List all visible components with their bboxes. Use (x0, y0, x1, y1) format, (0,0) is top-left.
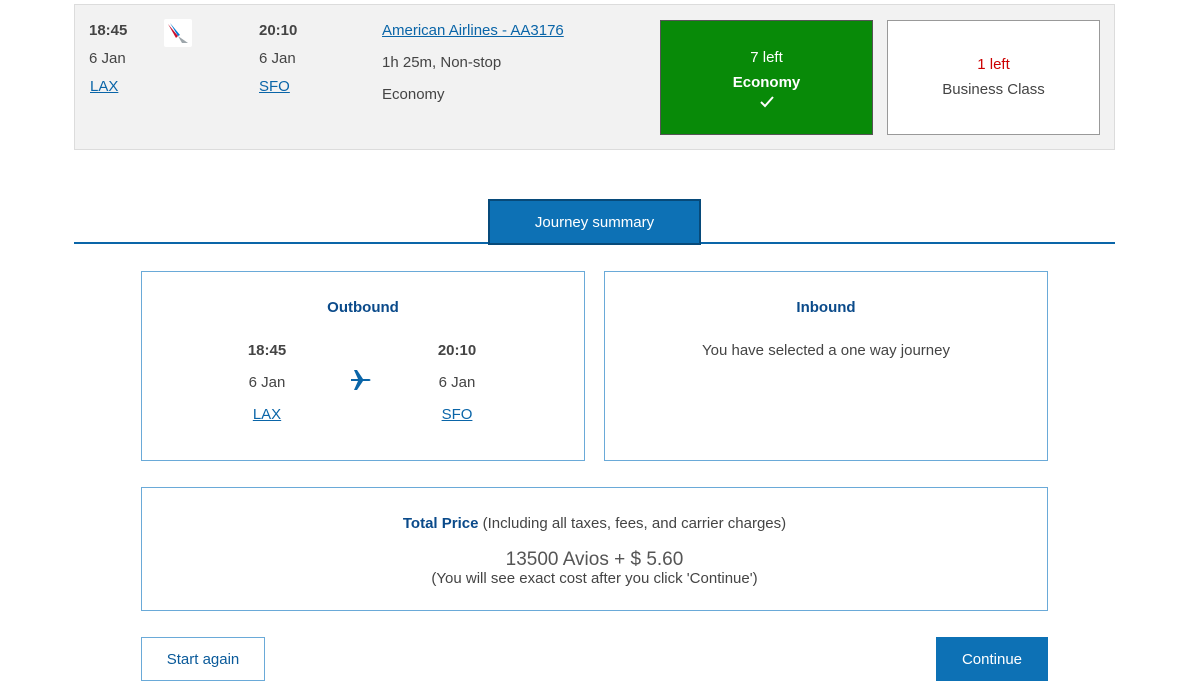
continue-button[interactable]: Continue (936, 637, 1048, 681)
total-price-note: (You will see exact cost after you click… (431, 570, 758, 587)
tab-journey-summary[interactable]: Journey summary (488, 199, 701, 245)
outbound-title: Outbound (327, 299, 399, 316)
arrive-time: 20:10 (259, 22, 298, 39)
depart-airport-link[interactable]: LAX (90, 78, 118, 95)
outbound-summary-box: Outbound 18:45 6 Jan LAX 20:10 6 Jan SFO (141, 271, 585, 461)
total-price-label: Total Price (402, 515, 479, 532)
flight-cabin: Economy (382, 86, 445, 103)
economy-seats-left: 7 left (750, 49, 783, 66)
outbound-arrive-time: 20:10 (437, 342, 477, 359)
total-price-heading: Total Price (Including all taxes, fees, … (142, 515, 1047, 532)
outbound-depart-airport-link[interactable]: LAX (247, 406, 287, 423)
inbound-title: Inbound (796, 299, 856, 316)
business-seats-left: 1 left (977, 56, 1010, 73)
plane-icon (349, 368, 373, 397)
airline-flight-link[interactable]: American Airlines - AA3176 (382, 22, 564, 39)
outbound-depart-time: 18:45 (247, 342, 287, 359)
flight-result-row: 18:45 6 Jan LAX 20:10 6 Jan SFO American… (74, 4, 1115, 150)
depart-time: 18:45 (89, 22, 128, 39)
total-price-amount: 13500 Avios + $ 5.60 (505, 549, 684, 570)
arrive-date: 6 Jan (259, 50, 296, 67)
outbound-arrive-airport-link[interactable]: SFO (437, 406, 477, 423)
flight-duration: 1h 25m, Non-stop (382, 54, 502, 71)
total-price-label-suffix: (Including all taxes, fees, and carrier … (482, 515, 787, 532)
outbound-arrive-date: 6 Jan (438, 374, 476, 391)
start-again-button[interactable]: Start again (141, 637, 265, 681)
cabin-option-business[interactable]: 1 left Business Class (887, 20, 1100, 135)
depart-date: 6 Jan (89, 50, 126, 67)
inbound-message: You have selected a one way journey (702, 342, 950, 359)
business-cabin-label: Business Class (942, 81, 1045, 98)
american-airlines-logo-icon (164, 19, 192, 47)
outbound-depart-date: 6 Jan (248, 374, 286, 391)
inbound-summary-box: Inbound You have selected a one way jour… (604, 271, 1048, 461)
cabin-option-economy[interactable]: 7 left Economy (660, 20, 873, 135)
economy-cabin-label: Economy (732, 74, 801, 91)
arrive-airport-link[interactable]: SFO (259, 78, 290, 95)
total-price-box: Total Price (Including all taxes, fees, … (141, 487, 1048, 611)
checkmark-icon (661, 95, 872, 114)
